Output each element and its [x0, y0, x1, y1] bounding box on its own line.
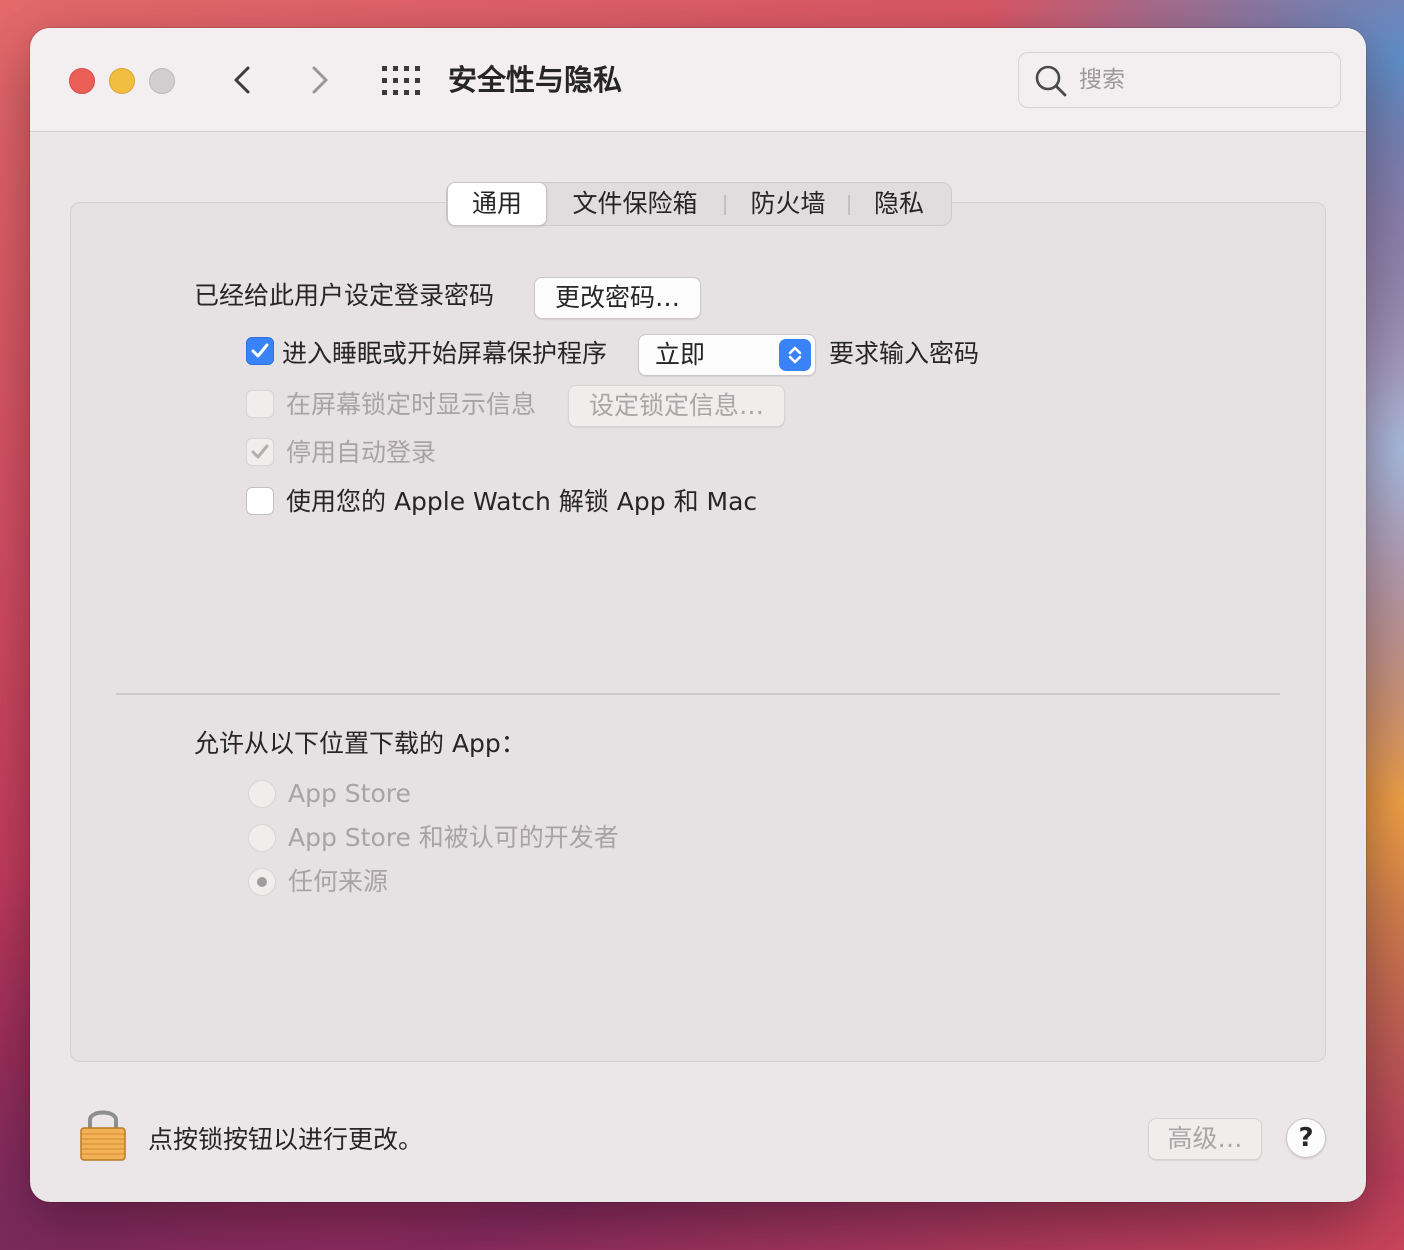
preferences-window: 安全性与隐私 通用 文件保险箱 防火墙 隐私 已经给此用户设定登录密码 更改密码…	[30, 28, 1366, 1202]
lock-hint-text: 点按锁按钮以进行更改。	[148, 1125, 424, 1154]
tab-panel	[70, 202, 1326, 1062]
checkmark-icon	[251, 444, 269, 459]
search-input[interactable]	[1079, 61, 1329, 99]
help-button[interactable]: ?	[1286, 1118, 1326, 1158]
tab-firewall[interactable]: 防火墙	[731, 183, 845, 225]
require-password-checkbox[interactable]	[246, 337, 274, 365]
back-icon[interactable]	[226, 62, 262, 98]
apple-watch-checkbox[interactable]	[246, 487, 274, 515]
tab-separator	[724, 195, 726, 215]
search-field[interactable]	[1018, 52, 1341, 108]
tab-filevault[interactable]: 文件保险箱	[555, 183, 715, 225]
minimize-button[interactable]	[109, 68, 135, 94]
window-title: 安全性与隐私	[448, 63, 623, 97]
radio-app-store[interactable]	[248, 780, 276, 808]
zoom-button[interactable]	[149, 68, 175, 94]
require-password-label: 进入睡眠或开始屏幕保护程序	[282, 339, 608, 368]
tab-bar: 通用 文件保险箱 防火墙 隐私	[446, 182, 952, 226]
select-arrows	[779, 339, 811, 371]
tab-general[interactable]: 通用	[447, 182, 547, 226]
tab-separator	[848, 195, 850, 215]
close-button[interactable]	[69, 68, 95, 94]
radio-identified-developers-label: App Store 和被认可的开发者	[288, 823, 619, 852]
change-password-button[interactable]: 更改密码…	[534, 277, 702, 319]
apple-watch-label: 使用您的 Apple Watch 解锁 App 和 Mac	[286, 487, 758, 516]
radio-app-store-label: App Store	[288, 779, 411, 808]
disable-auto-login-label: 停用自动登录	[286, 438, 437, 467]
radio-identified-developers[interactable]	[248, 824, 276, 852]
radio-anywhere[interactable]	[248, 868, 276, 896]
chevron-up-down-icon	[788, 346, 802, 364]
advanced-button[interactable]: 高级…	[1148, 1118, 1262, 1160]
disable-auto-login-checkbox[interactable]	[246, 438, 274, 466]
checkmark-icon	[251, 343, 269, 358]
require-password-suffix: 要求输入密码	[829, 339, 980, 368]
forward-icon[interactable]	[300, 62, 336, 98]
show-all-grid-icon[interactable]	[382, 66, 420, 96]
search-icon	[1035, 65, 1067, 97]
lock-message-checkbox[interactable]	[246, 390, 274, 418]
set-lock-message-button[interactable]: 设定锁定信息…	[568, 385, 786, 427]
lock-icon[interactable]	[78, 1104, 128, 1162]
downloads-heading: 允许从以下位置下载的 App：	[194, 729, 526, 758]
require-password-delay-select[interactable]: 立即	[638, 334, 816, 376]
tab-privacy[interactable]: 隐私	[855, 183, 943, 225]
radio-anywhere-label: 任何来源	[288, 867, 389, 896]
section-divider	[116, 693, 1280, 695]
lock-message-label: 在屏幕锁定时显示信息	[286, 390, 537, 419]
password-set-label: 已经给此用户设定登录密码	[194, 281, 495, 310]
select-value: 立即	[655, 340, 706, 369]
titlebar: 安全性与隐私	[30, 28, 1366, 132]
